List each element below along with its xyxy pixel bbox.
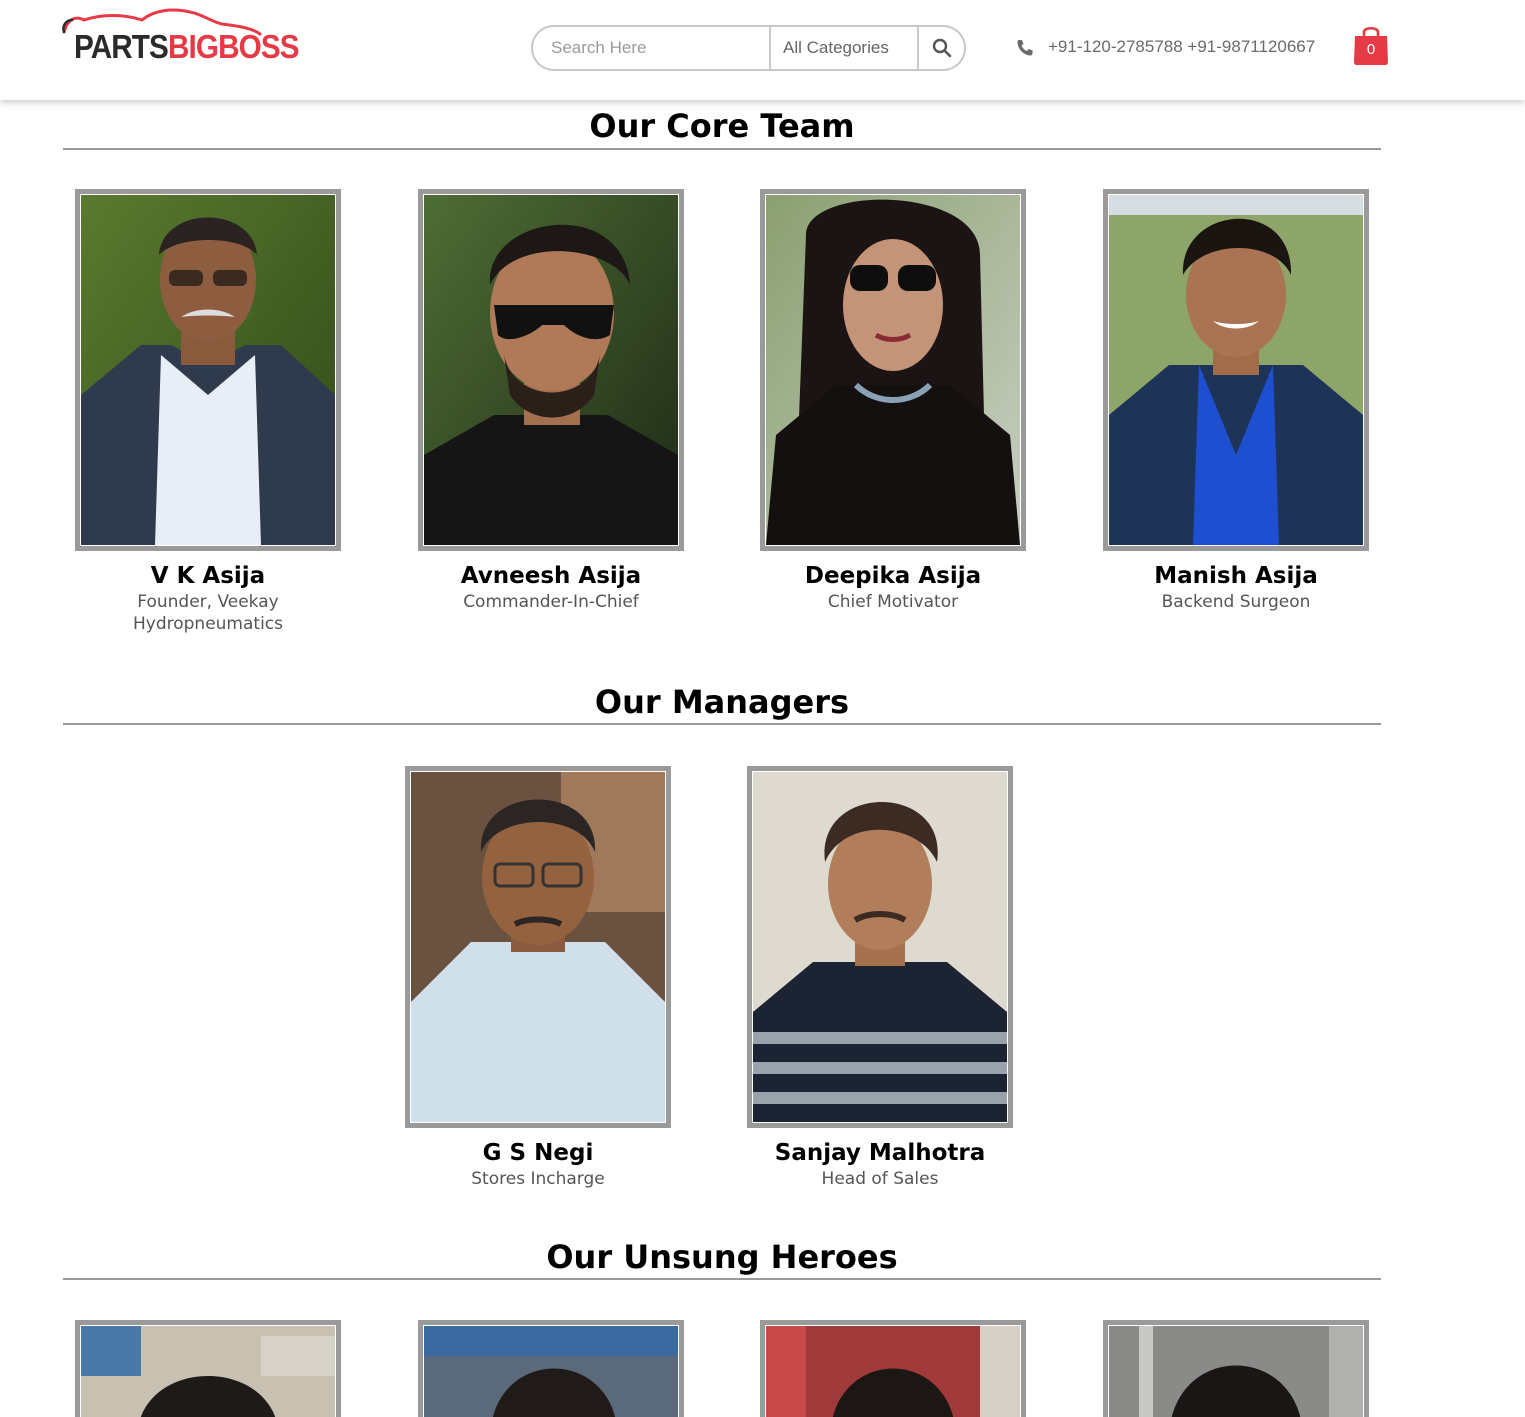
phone-icon (1017, 40, 1033, 56)
team-card: V K Asija Founder, Veekay Hydropneumatic… (75, 189, 341, 635)
manager-card: G S Negi Stores Incharge (405, 766, 671, 1190)
team-card: Manish Asija Backend Surgeon (1103, 189, 1369, 613)
member-photo (1103, 1320, 1369, 1417)
section-divider (63, 1278, 1381, 1280)
member-photo (760, 189, 1026, 551)
heroes-title: Our Unsung Heroes (546, 1238, 898, 1276)
member-photo (75, 189, 341, 551)
portrait-image (81, 1326, 335, 1417)
member-role: Head of Sales (821, 1169, 939, 1189)
logo-wordmark: PARTSBIGBOSS (74, 28, 300, 66)
member-photo (760, 1320, 1026, 1417)
logo-parts-text: PARTS (74, 28, 169, 65)
member-role: Commander-In-Chief (463, 592, 639, 612)
logo-brand-text: BIGBOSS (167, 28, 300, 65)
portrait-image (424, 195, 678, 545)
cart-button[interactable]: 0 (1351, 23, 1391, 65)
category-select-label: All Categories (783, 38, 889, 57)
hero-card (75, 1320, 341, 1417)
member-role: Stores Incharge (471, 1169, 605, 1189)
member-photo (747, 766, 1013, 1128)
member-photo (75, 1320, 341, 1417)
manager-card: Sanjay Malhotra Head of Sales (747, 766, 1013, 1190)
member-role: Backend Surgeon (1161, 592, 1311, 612)
portrait-image (411, 772, 665, 1122)
member-photo (418, 189, 684, 551)
contact-phone-numbers[interactable]: +91-120-2785788 +91-9871120667 (1048, 37, 1315, 57)
member-name: Sanjay Malhotra (774, 1140, 986, 1166)
site-header: PARTSBIGBOSS All Categories +91-120-2785… (0, 0, 1525, 100)
portrait-image (766, 195, 1020, 545)
member-name: Avneesh Asija (460, 563, 642, 589)
search-button[interactable] (919, 27, 964, 69)
category-select[interactable]: All Categories (769, 27, 919, 69)
member-role: Founder, Veekay Hydropneumatics (132, 592, 284, 634)
portrait-image (424, 1326, 678, 1417)
hero-card (760, 1320, 1026, 1417)
team-card: Avneesh Asija Commander-In-Chief (418, 189, 684, 613)
portrait-image (1109, 195, 1363, 545)
member-name: G S Negi (482, 1140, 594, 1166)
member-name: Manish Asija (1154, 563, 1318, 589)
managers-title: Our Managers (594, 683, 850, 721)
portrait-image (1109, 1326, 1363, 1417)
portrait-image (81, 195, 335, 545)
member-photo (405, 766, 671, 1128)
search-bar: All Categories (531, 25, 966, 71)
member-name: V K Asija (150, 563, 266, 589)
member-name: Deepika Asija (804, 563, 982, 589)
section-divider (63, 723, 1381, 725)
search-icon (932, 38, 951, 58)
team-card: Deepika Asija Chief Motivator (760, 189, 1026, 613)
member-photo (1103, 189, 1369, 551)
member-role: Chief Motivator (827, 592, 959, 612)
cart-count: 0 (1366, 41, 1376, 58)
search-input[interactable] (533, 27, 769, 69)
portrait-image (766, 1326, 1020, 1417)
core-team-title: Our Core Team (589, 107, 855, 145)
hero-card (1103, 1320, 1369, 1417)
section-divider (63, 148, 1381, 150)
portrait-image (753, 772, 1007, 1122)
hero-card (418, 1320, 684, 1417)
site-logo[interactable]: PARTSBIGBOSS (62, 8, 300, 66)
member-photo (418, 1320, 684, 1417)
